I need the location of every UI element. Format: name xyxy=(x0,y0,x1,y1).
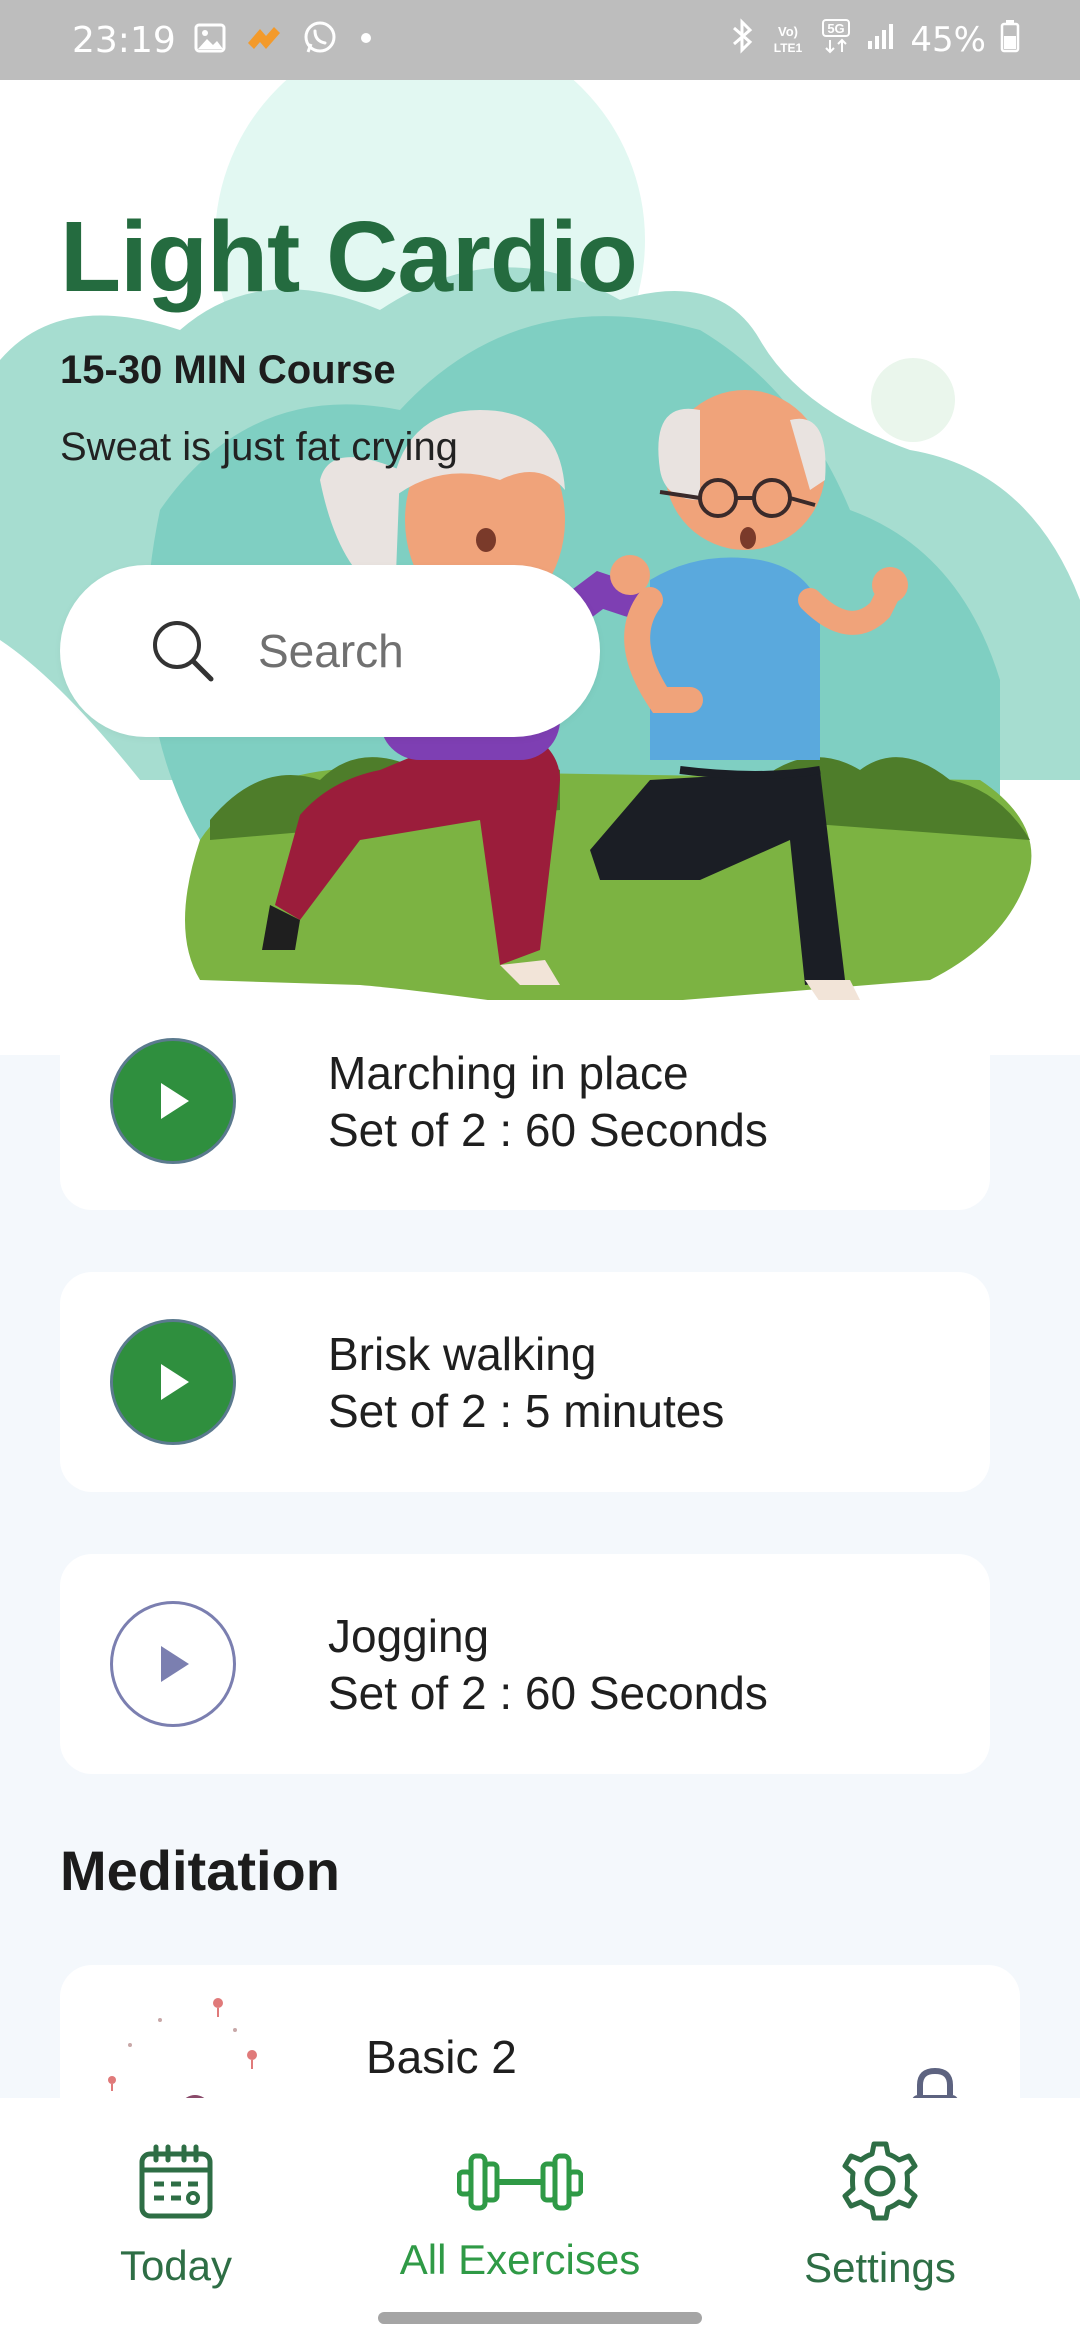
exercise-name: Brisk walking xyxy=(328,1328,597,1380)
page-title: Light Cardio xyxy=(60,201,638,313)
dumbbell-icon xyxy=(457,2153,583,2211)
play-icon xyxy=(161,1364,189,1400)
exercise-detail: Set of 2 : 60 Seconds xyxy=(328,1104,768,1156)
battery-icon xyxy=(1000,19,1020,62)
app-notification-icon xyxy=(244,23,284,58)
hero-banner: Light Cardio 15-30 MIN Course Sweat is j… xyxy=(0,80,1080,1055)
calendar-icon xyxy=(139,2144,213,2219)
volte-icon: Vo) LTE1 xyxy=(770,21,806,60)
exercise-card-marching[interactable]: Marching in place Set of 2 : 60 Seconds xyxy=(60,1000,990,1210)
exercise-card-jogging[interactable]: Jogging Set of 2 : 60 Seconds xyxy=(60,1554,990,1774)
battery-percent: 45% xyxy=(910,20,986,60)
svg-text:5G: 5G xyxy=(828,21,845,36)
exercise-card-brisk-walking[interactable]: Brisk walking Set of 2 : 5 minutes xyxy=(60,1272,990,1492)
exercise-detail: Set of 2 : 60 Seconds xyxy=(328,1667,768,1719)
svg-text:LTE1: LTE1 xyxy=(774,41,803,55)
play-icon xyxy=(161,1083,189,1119)
exercise-detail: Set of 2 : 5 minutes xyxy=(328,1385,725,1437)
gear-icon xyxy=(842,2141,918,2221)
dot-icon xyxy=(356,28,376,53)
play-button[interactable] xyxy=(110,1038,236,1164)
image-icon xyxy=(194,23,226,58)
course-duration: 15-30 MIN Course xyxy=(60,348,396,392)
search-icon xyxy=(153,621,214,682)
play-icon xyxy=(161,1646,189,1682)
nav-label-all-exercises: All Exercises xyxy=(399,2236,641,2283)
meditation-title: Basic 2 xyxy=(366,2031,517,2083)
home-indicator[interactable] xyxy=(378,2312,702,2324)
course-tagline: Sweat is just fat crying xyxy=(60,425,458,469)
play-button[interactable] xyxy=(110,1601,236,1727)
play-button[interactable] xyxy=(110,1319,236,1445)
exercise-name: Marching in place xyxy=(328,1047,689,1099)
nav-label-today: Today xyxy=(119,2242,233,2289)
status-bar: 23:19 Vo) LTE1 5G 45% xyxy=(0,0,1080,80)
nav-item-settings[interactable]: Settings xyxy=(790,2098,970,2340)
nav-item-today[interactable]: Today xyxy=(106,2098,246,2340)
bluetooth-icon xyxy=(730,17,756,63)
section-title-meditation: Meditation xyxy=(60,1839,340,1902)
search-bar[interactable] xyxy=(60,565,600,737)
whatsapp-icon xyxy=(302,20,338,61)
search-input[interactable] xyxy=(258,624,558,678)
exercise-name: Jogging xyxy=(328,1610,490,1662)
nav-item-all-exercises[interactable]: All Exercises xyxy=(380,2098,660,2340)
5g-icon: 5G xyxy=(820,18,852,63)
bottom-navigation: Today All Exercises Settings xyxy=(0,2098,1080,2340)
status-time: 23:19 xyxy=(72,19,176,61)
nav-label-settings: Settings xyxy=(804,2244,956,2291)
signal-icon xyxy=(866,20,896,60)
svg-text:Vo): Vo) xyxy=(778,24,798,39)
